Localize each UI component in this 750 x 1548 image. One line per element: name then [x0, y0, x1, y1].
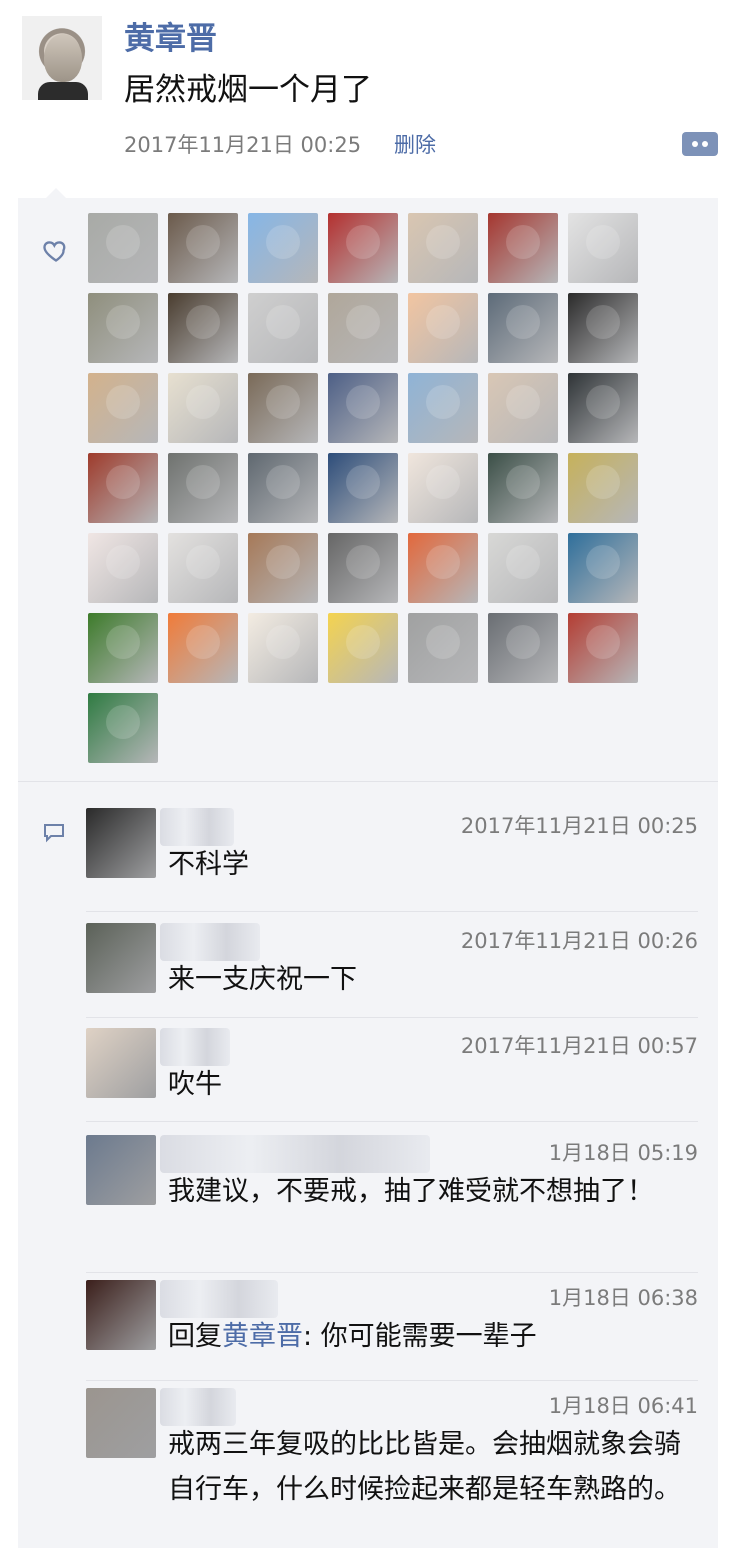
post-text: 居然戒烟一个月了 — [124, 72, 372, 108]
liker-avatar[interactable] — [248, 373, 318, 443]
reply-body: : 你可能需要一辈子 — [303, 1321, 537, 1352]
liker-avatar[interactable] — [88, 373, 158, 443]
comment-item: 1月18日 06:41 戒两三年复吸的比比皆是。会抽烟就象会骑自行车，什么时候捡… — [86, 1388, 698, 1538]
post-author[interactable]: 黄章晋 — [124, 20, 217, 58]
comment-item: 2017年11月21日 00:57 吹牛 — [86, 1028, 698, 1114]
heart-outline-icon — [43, 241, 66, 262]
comment-item: 2017年11月21日 00:26 来一支庆祝一下 — [86, 923, 698, 1009]
liker-avatar[interactable] — [168, 373, 238, 443]
liker-avatar[interactable] — [408, 613, 478, 683]
commenter-name-redacted — [160, 808, 234, 846]
comment-item: 2017年11月21日 00:25 不科学 — [86, 808, 698, 894]
liker-avatar[interactable] — [328, 453, 398, 523]
comment-time: 1月18日 05:19 — [548, 1141, 698, 1165]
liker-avatar[interactable] — [88, 613, 158, 683]
reply-comment-text: 回复黄章晋: 你可能需要一辈子 — [168, 1314, 688, 1359]
liker-avatar[interactable] — [248, 613, 318, 683]
commenter-avatar[interactable] — [86, 1280, 156, 1350]
liker-avatar[interactable] — [328, 293, 398, 363]
liker-avatar[interactable] — [488, 293, 558, 363]
commenter-avatar[interactable] — [86, 1135, 156, 1205]
comment-text: 戒两三年复吸的比比皆是。会抽烟就象会骑自行车，什么时候捡起来都是轻车熟路的。 — [168, 1429, 681, 1505]
comment-divider — [86, 1272, 698, 1273]
comment-time: 2017年11月21日 00:26 — [460, 929, 698, 953]
commenter-name-redacted — [160, 1280, 278, 1318]
liker-avatar[interactable] — [248, 293, 318, 363]
liker-avatar[interactable] — [568, 453, 638, 523]
comment-text: 吹牛 — [168, 1069, 222, 1100]
liker-avatar[interactable] — [408, 293, 478, 363]
comment-divider — [86, 1121, 698, 1122]
interaction-panel: 2017年11月21日 00:25 不科学 2017年11月21日 00:26 … — [18, 188, 718, 1548]
liker-avatar[interactable] — [568, 373, 638, 443]
liker-avatar[interactable] — [168, 613, 238, 683]
liker-avatar[interactable] — [248, 213, 318, 283]
commenter-avatar[interactable] — [86, 923, 156, 993]
post-avatar[interactable] — [22, 16, 102, 100]
commenter-name-redacted — [160, 1388, 236, 1426]
comment-text: 来一支庆祝一下 — [168, 964, 357, 995]
comment-action-button[interactable] — [682, 132, 718, 156]
liker-avatar[interactable] — [88, 693, 158, 763]
liker-avatar[interactable] — [488, 453, 558, 523]
liker-avatar[interactable] — [328, 613, 398, 683]
liker-avatar[interactable] — [168, 213, 238, 283]
liker-avatar[interactable] — [168, 453, 238, 523]
liker-avatar[interactable] — [488, 533, 558, 603]
liker-avatar[interactable] — [88, 293, 158, 363]
liker-avatar[interactable] — [488, 213, 558, 283]
liker-avatar[interactable] — [408, 533, 478, 603]
commenter-name-redacted — [160, 923, 260, 961]
comment-item: 1月18日 05:19 我建议，不要戒，抽了难受就不想抽了！ — [86, 1135, 698, 1255]
commenter-avatar[interactable] — [86, 808, 156, 878]
liker-avatar[interactable] — [408, 213, 478, 283]
liker-avatar[interactable] — [88, 533, 158, 603]
post-time: 2017年11月21日 00:25 — [124, 133, 362, 157]
liker-avatar[interactable] — [568, 213, 638, 283]
liker-avatar[interactable] — [568, 533, 638, 603]
likes-divider — [18, 781, 718, 782]
comment-time: 2017年11月21日 00:25 — [460, 814, 698, 838]
liker-avatar[interactable] — [88, 453, 158, 523]
liker-avatar[interactable] — [408, 453, 478, 523]
reply-prefix: 回复 — [168, 1321, 222, 1352]
liker-avatar[interactable] — [248, 533, 318, 603]
comment-divider — [86, 1380, 698, 1381]
liker-avatar[interactable] — [168, 293, 238, 363]
liker-avatar[interactable] — [168, 533, 238, 603]
comment-text: 不科学 — [168, 849, 249, 880]
comment-bubble-icon — [44, 824, 64, 843]
dot-icon — [692, 141, 698, 147]
commenter-avatar[interactable] — [86, 1388, 156, 1458]
comment-text: 我建议，不要戒，抽了难受就不想抽了！ — [168, 1176, 654, 1207]
comment-time: 2017年11月21日 00:57 — [460, 1034, 698, 1058]
comment-item: 1月18日 06:38 回复黄章晋: 你可能需要一辈子 — [86, 1280, 698, 1366]
delete-link[interactable]: 删除 — [394, 130, 436, 160]
comment-divider — [86, 1017, 698, 1018]
liker-avatar[interactable] — [488, 373, 558, 443]
dot-icon — [702, 141, 708, 147]
liker-avatar[interactable] — [328, 533, 398, 603]
liker-avatar[interactable] — [88, 213, 158, 283]
commenter-avatar[interactable] — [86, 1028, 156, 1098]
liker-avatar[interactable] — [408, 373, 478, 443]
commenter-name-redacted — [160, 1135, 430, 1173]
comment-time: 1月18日 06:38 — [548, 1286, 698, 1310]
liker-avatar[interactable] — [568, 613, 638, 683]
liker-avatar[interactable] — [328, 373, 398, 443]
liker-avatar[interactable] — [488, 613, 558, 683]
avatar-shirt — [38, 82, 88, 100]
likes-grid — [88, 213, 648, 763]
liker-avatar[interactable] — [568, 293, 638, 363]
liker-avatar[interactable] — [328, 213, 398, 283]
avatar-face — [44, 34, 82, 82]
liker-avatar[interactable] — [248, 453, 318, 523]
comment-time: 1月18日 06:41 — [548, 1394, 698, 1418]
reply-target-name[interactable]: 黄章晋 — [222, 1321, 303, 1352]
commenter-name-redacted — [160, 1028, 230, 1066]
comment-divider — [86, 911, 698, 912]
